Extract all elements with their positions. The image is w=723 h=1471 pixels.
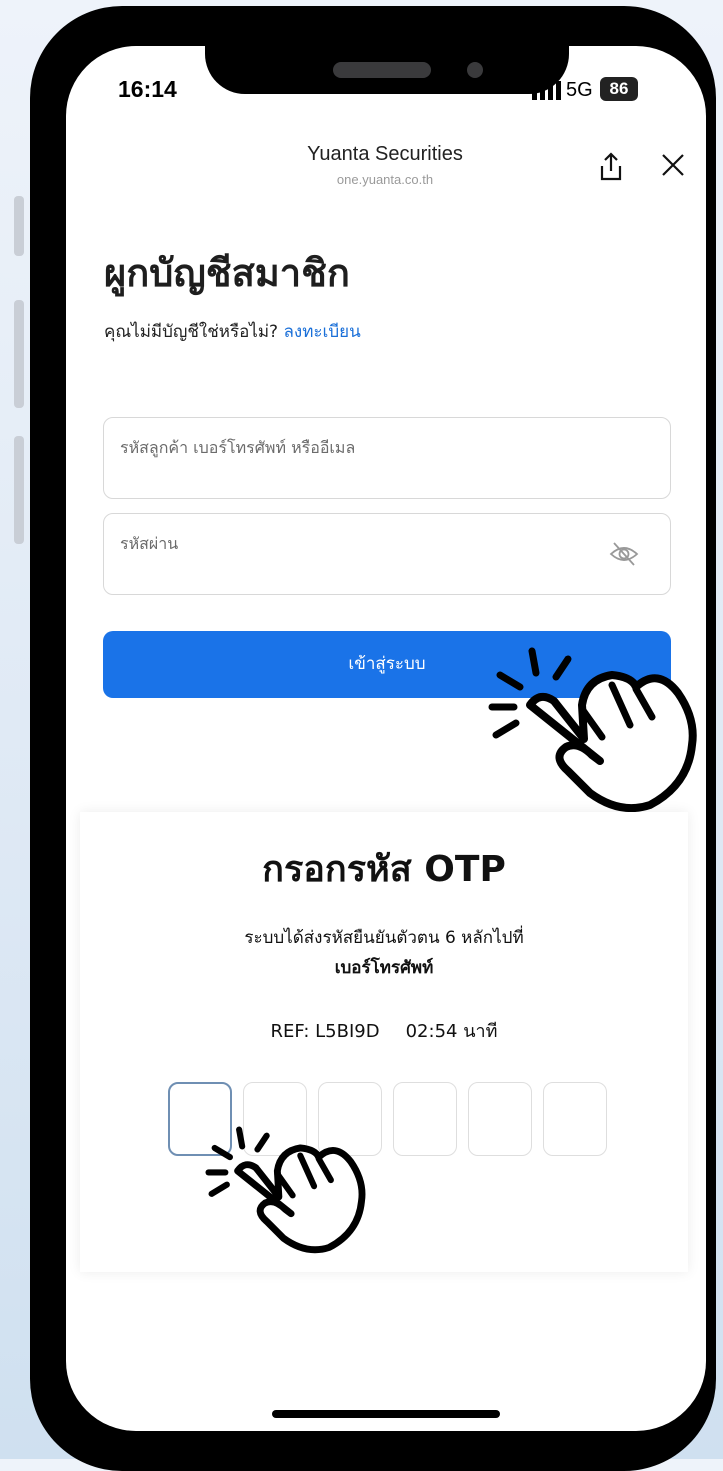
share-icon[interactable] — [597, 151, 625, 183]
home-indicator[interactable] — [272, 1410, 500, 1418]
otp-ref-line: REF: L5BI9D 02:54 นาที — [80, 1016, 688, 1045]
register-prompt-text: คุณไม่มีบัญชีใช่หรือไม่? — [104, 322, 279, 342]
page-title: ผูกบัญชีสมาชิก — [104, 251, 350, 295]
register-link[interactable]: ลงทะเบียน — [284, 322, 361, 342]
otp-timer: 02:54 นาที — [405, 1021, 498, 1042]
front-camera — [467, 62, 483, 78]
register-prompt: คุณไม่มีบัญชีใช่หรือไม่? ลงทะเบียน — [104, 318, 361, 345]
notch — [205, 8, 569, 94]
browser-url: one.yuanta.co.th — [336, 172, 434, 187]
side-button-volume-down — [14, 436, 24, 544]
password-placeholder: รหัสผ่าน — [120, 534, 179, 553]
otp-description: ระบบได้ส่งรหัสยืนยันตัวตน 6 หลักไปที่ — [244, 928, 524, 948]
otp-phone-label: เบอร์โทรศัพท์ — [334, 958, 434, 978]
otp-digit-4[interactable] — [393, 1082, 457, 1156]
network-type: 5G — [566, 79, 593, 101]
close-icon[interactable] — [660, 152, 686, 178]
speaker — [333, 62, 431, 78]
browser-title: Yuanta Securities — [307, 143, 463, 165]
otp-title: กรอกรหัส OTP — [262, 849, 506, 890]
otp-digit-5[interactable] — [468, 1082, 532, 1156]
otp-digit-6[interactable] — [543, 1082, 607, 1156]
tap-hand-icon-otp — [205, 1126, 366, 1254]
otp-ref: REF: L5BI9D — [270, 1021, 380, 1042]
side-button-mute — [14, 196, 24, 256]
password-field[interactable]: รหัสผ่าน — [103, 513, 671, 595]
eye-off-icon[interactable] — [608, 540, 640, 568]
battery-icon: 86 — [600, 77, 638, 101]
username-placeholder: รหัสลูกค้า เบอร์โทรศัพท์ หรืออีเมล — [120, 438, 356, 457]
tap-hand-icon — [488, 647, 697, 813]
status-time: 16:14 — [118, 76, 177, 102]
side-button-volume-up — [14, 300, 24, 408]
username-field[interactable]: รหัสลูกค้า เบอร์โทรศัพท์ หรืออีเมล — [103, 417, 671, 499]
